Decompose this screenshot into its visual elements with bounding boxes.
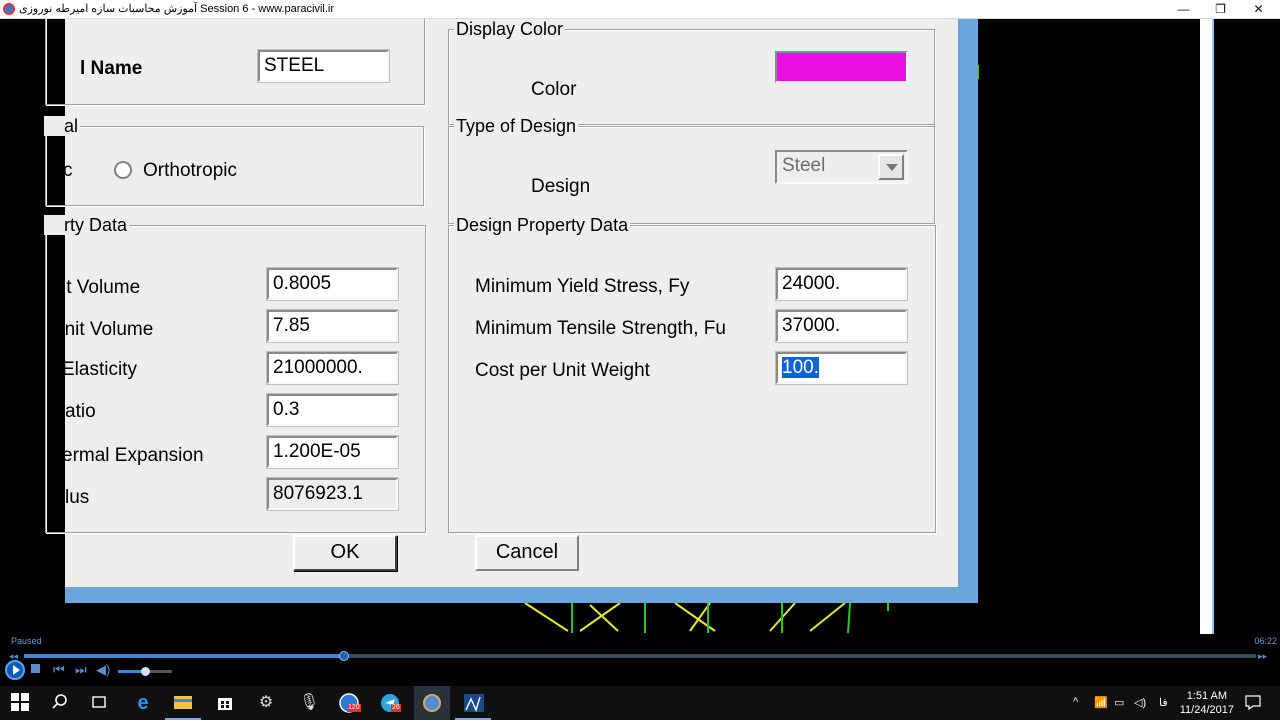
ok-button[interactable]: OK [293,535,397,571]
type-of-design-title: Type of Design [454,116,579,136]
min-tensile-strength-label: Minimum Tensile Strength, Fu [475,318,726,339]
volume-icon[interactable]: ◀) [96,662,110,678]
thermal-expansion-field[interactable]: 1.200E-05 [266,435,399,469]
min-yield-stress-label: Minimum Yield Stress, Fy [475,276,690,297]
volume-slider[interactable] [118,667,172,676]
fast-forward-icon[interactable]: ▸▸ [1258,648,1267,664]
settings-gear-icon[interactable]: ⚙ [256,693,276,713]
cost-per-unit-weight-field[interactable]: 100. [775,351,908,385]
window-title: آموزش محاسبات سازه امیرطه نوروزی Session… [19,3,335,15]
cost-per-unit-weight-value: 100. [782,357,819,378]
app-icon [3,3,15,15]
material-name-field[interactable]: STEEL [257,49,390,83]
thermal-expansion-label: ermal Expansion [62,445,204,466]
window-titlebar: آموزش محاسبات سازه امیرطه نوروزی Session… [0,0,1280,19]
mass-per-unit-volume-label: it Volume [62,277,141,298]
shear-modulus-label: lus [65,487,90,508]
media-app-badge: 120 [347,704,361,712]
notifications-icon[interactable] [1245,694,1261,713]
windows-start-icon[interactable] [10,693,30,713]
stop-icon[interactable] [31,664,40,673]
seek-bar[interactable] [24,651,1256,661]
min-yield-stress-field[interactable]: 24000. [775,267,908,301]
seek-bar-fill [24,654,345,658]
modulus-of-elasticity-label: Elasticity [62,359,137,380]
chevron-down-icon[interactable] [878,154,904,180]
poisson-ratio-label: atio [65,401,96,422]
isotropic-label: c [63,160,73,181]
network-icon[interactable]: 📶 [1094,696,1108,709]
type-of-material-title: al [44,116,81,136]
show-hidden-icons-chevron-icon[interactable]: ^ [1073,696,1078,708]
telegram-badge: 26 [391,704,401,712]
background-window-strip [1200,19,1212,634]
material-name-group: l Name STEEL [45,19,425,105]
video-area: l Name STEEL al c Orthotropic rty Data i… [0,19,1280,634]
design-type-select[interactable]: Steel [775,150,908,184]
color-swatch-button[interactable] [775,51,908,83]
orthotropic-label: Orthotropic [143,160,237,181]
modulus-of-elasticity-field[interactable]: 21000000. [266,351,399,385]
seek-bar-thumb[interactable] [339,651,350,661]
analysis-property-data-title: rty Data [44,215,130,235]
store-icon[interactable] [215,693,235,713]
telegram-icon[interactable]: 26 [380,693,401,713]
poisson-ratio-field[interactable]: 0.3 [266,393,399,427]
type-of-material-group: al c Orthotropic [44,116,424,206]
cost-per-unit-weight-label: Cost per Unit Weight [475,360,650,381]
video-player-active-highlight [414,686,450,720]
language-indicator[interactable]: فا [1159,696,1168,709]
design-label: Design [531,176,591,197]
play-button[interactable] [5,660,25,680]
maximize-button[interactable]: ❐ [1202,0,1239,19]
material-name-label: l Name [80,58,143,79]
shear-modulus-field: 8076923.1 [266,477,399,511]
battery-icon[interactable]: ▭ [1114,696,1124,709]
design-property-data-group: Design Property Data Minimum Yield Stres… [448,215,936,533]
material-property-dialog: l Name STEEL al c Orthotropic rty Data i… [44,19,958,587]
taskbar-clock[interactable]: 1:51 AM 11/24/2017 [1180,689,1234,717]
clock-time: 1:51 AM [1186,690,1228,702]
structure-drawing [524,602,889,634]
player-status: Paused [11,636,42,646]
design-type-value: Steel [782,155,826,176]
etabs-icon[interactable] [463,693,484,713]
task-view-icon[interactable] [89,693,109,713]
weight-per-unit-volume-label: unit Volume [54,319,154,340]
file-explorer-icon[interactable] [173,693,193,713]
orthotropic-radio[interactable] [114,161,132,179]
background-window-border [1212,19,1214,634]
search-icon[interactable] [50,693,70,713]
speaker-icon[interactable]: ◁) [1134,696,1146,709]
analysis-property-data-group: rty Data it Volume 0.8005 unit Volume 7.… [44,215,426,533]
edge-browser-icon[interactable]: e [133,693,153,713]
clock-date: 11/24/2017 [1179,704,1234,716]
color-label: Color [531,79,577,100]
cancel-button[interactable]: Cancel [475,535,579,571]
media-app-icon[interactable]: 120 [339,693,361,713]
weight-per-unit-volume-field[interactable]: 7.85 [266,309,399,343]
min-tensile-strength-field[interactable]: 37000. [775,309,908,343]
design-property-data-title: Design Property Data [454,215,631,235]
close-button[interactable]: ✕ [1240,0,1277,19]
display-color-title: Display Color [454,19,566,39]
previous-icon[interactable]: ⏮ [53,662,65,678]
next-icon[interactable]: ⏭ [75,662,87,678]
mass-per-unit-volume-field[interactable]: 0.8005 [266,267,399,301]
microphone-app-icon[interactable]: 🎙 [299,693,319,713]
player-time: 06:22 [1254,636,1277,646]
taskbar: e ⚙ 🎙 120 26 ^ 📶 ▭ ◁) فا 1:51 AM 11/24/2… [0,686,1280,720]
minimize-button[interactable]: — [1165,0,1202,19]
volume-slider-thumb[interactable] [141,667,150,676]
media-player-controls: Paused 06:22 ◂◂ ▸▸ ⏮ ⏭ ◀) [0,634,1280,686]
